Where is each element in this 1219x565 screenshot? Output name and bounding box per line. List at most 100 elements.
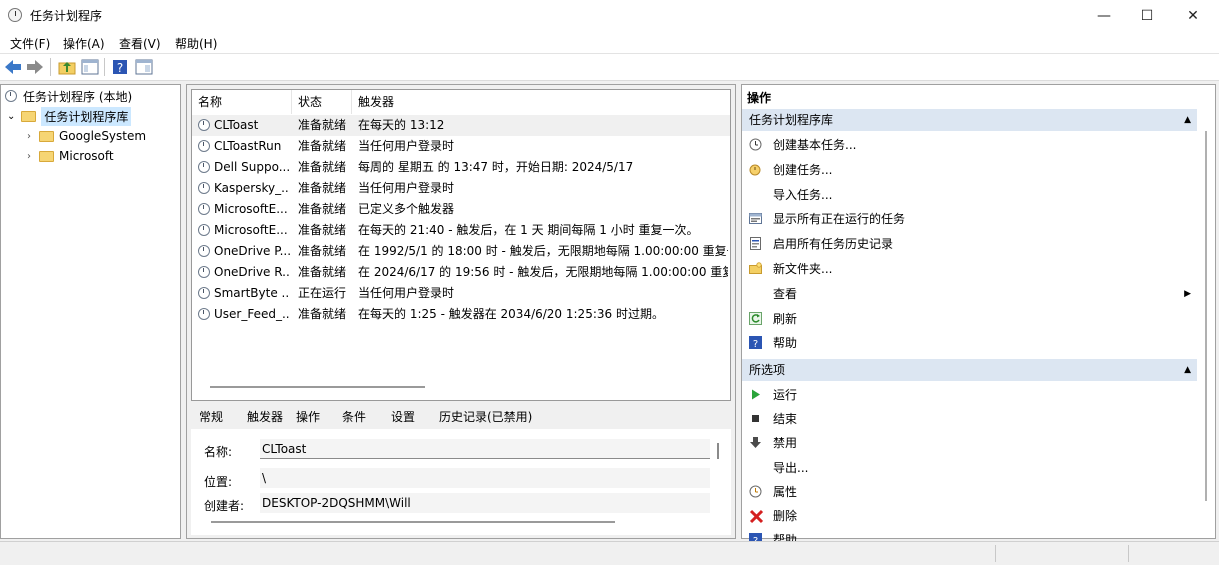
column-header-trigger[interactable]: 触发器	[352, 90, 730, 114]
action-library-2[interactable]: 导入任务...	[742, 183, 1197, 207]
back-arrow-icon[interactable]	[4, 59, 22, 75]
title-bar: 任务计划程序 — ☐ ✕	[0, 0, 1219, 31]
tree-item-microsoft[interactable]: › Microsoft	[27, 146, 114, 166]
task-clock-icon	[198, 266, 210, 278]
tab-triggers[interactable]: 触发器	[243, 407, 287, 427]
action-selected-2[interactable]: 禁用	[742, 431, 1197, 455]
vertical-scrollbar[interactable]	[1200, 131, 1212, 501]
action-library-6[interactable]: 查看 ▶	[742, 282, 1197, 306]
table-row[interactable]: OneDrive P... 准备就绪在 1992/5/1 的 18:00 时 - …	[192, 241, 730, 262]
task-trigger-cell: 在 2024/6/17 的 19:56 时 - 触发后，无限期地每隔 1.00:…	[358, 265, 728, 279]
tree-library[interactable]: ⌄ 任务计划程序库	[7, 106, 132, 126]
author-field[interactable]: DESKTOP-2DQSHMM\Will	[260, 493, 710, 513]
tab-settings[interactable]: 设置	[387, 407, 419, 427]
action-label: 创建基本任务...	[773, 138, 857, 152]
task-status-cell: 准备就绪	[298, 223, 347, 237]
section-header-selected[interactable]: 所选项 ▲	[742, 359, 1197, 381]
action-label: 导出...	[773, 460, 809, 475]
task-status-cell: 准备就绪	[298, 265, 347, 279]
chevron-down-icon[interactable]: ⌄	[7, 111, 15, 122]
action-library-3[interactable]: 显示所有正在运行的任务	[742, 207, 1197, 231]
action-selected-5[interactable]: 删除	[742, 504, 1197, 528]
running-tasks-icon	[749, 212, 762, 225]
task-clock-icon	[198, 203, 210, 215]
table-row[interactable]: OneDrive R... 准备就绪在 2024/6/17 的 19:56 时 -…	[192, 262, 730, 283]
action-label: 属性	[773, 484, 798, 499]
task-clock-icon	[198, 119, 210, 131]
status-divider	[995, 545, 996, 562]
action-library-7[interactable]: 刷新	[742, 307, 1197, 331]
action-library-0[interactable]: 创建基本任务...	[742, 133, 1197, 157]
action-library-4[interactable]: 启用所有任务历史记录	[742, 232, 1197, 256]
action-selected-1[interactable]: 结束	[742, 407, 1197, 431]
tree-item-label: GoogleSystem	[59, 129, 147, 143]
action-label: 启用所有任务历史记录	[773, 237, 894, 252]
library-folder-icon	[21, 110, 37, 122]
vertical-scrollbar-thumb[interactable]	[717, 443, 719, 459]
section-header-library[interactable]: 任务计划程序库 ▲	[742, 109, 1197, 131]
table-row[interactable]: MicrosoftE... 准备就绪 在每天的 21:40 - 触发后，在 1 天 …	[192, 220, 730, 241]
table-row[interactable]: SmartByte ... 正在运行 当任何用户登录时	[192, 283, 730, 304]
history-icon	[749, 237, 762, 251]
status-divider	[1128, 545, 1129, 562]
create-basic-task-icon	[749, 138, 762, 151]
name-field[interactable]: CLToast	[260, 439, 710, 459]
name-label: 名称:	[204, 445, 233, 459]
task-status-cell: 准备就绪	[298, 244, 347, 258]
tab-history[interactable]: 历史记录(已禁用)	[435, 407, 536, 427]
table-row[interactable]: MicrosoftE... 准备就绪 已定义多个触发器	[192, 199, 730, 220]
horizontal-scrollbar-thumb[interactable]	[211, 521, 615, 523]
toolbar: ?	[0, 54, 1219, 81]
task-name-cell: SmartByte ...	[214, 286, 290, 300]
action-library-1[interactable]: 创建任务...	[742, 158, 1197, 182]
tree-root[interactable]: 任务计划程序 (本地)	[5, 86, 132, 106]
author-label: 创建者:	[204, 499, 245, 513]
location-field[interactable]: \	[260, 468, 710, 488]
table-row[interactable]: CLToast 准备就绪 在每天的 13:12	[192, 115, 730, 136]
table-row[interactable]: Kaspersky_... 准备就绪 当任何用户登录时	[192, 178, 730, 199]
status-bar	[0, 541, 1219, 565]
show-hide-console-tree-icon[interactable]	[81, 59, 99, 75]
menu-file[interactable]: 文件(F)	[10, 35, 50, 52]
show-hide-action-pane-icon[interactable]	[135, 59, 153, 75]
forward-arrow-icon[interactable]	[26, 59, 44, 75]
menu-view[interactable]: 查看(V)	[119, 35, 161, 52]
minimize-button[interactable]: —	[1081, 0, 1127, 31]
menu-help[interactable]: 帮助(H)	[175, 35, 217, 52]
vertical-scrollbar-thumb[interactable]	[1205, 131, 1207, 501]
task-status-cell: 准备就绪	[298, 139, 347, 153]
column-header-name[interactable]: 名称	[192, 90, 292, 114]
task-name-cell: CLToast	[214, 118, 259, 132]
chevron-right-icon[interactable]: ›	[27, 151, 31, 162]
tab-actions[interactable]: 操作	[292, 407, 324, 427]
up-folder-icon[interactable]	[58, 59, 76, 75]
task-clock-icon	[198, 224, 210, 236]
action-selected-0[interactable]: 运行	[742, 383, 1197, 407]
column-header-status[interactable]: 状态	[292, 90, 352, 114]
table-row[interactable]: User_Feed_... 准备就绪 在每天的 1:25 - 触发器在 2034/6…	[192, 304, 730, 325]
svg-text:?: ?	[753, 339, 758, 349]
help-icon[interactable]: ?	[112, 59, 128, 75]
tree-item-googlesystem[interactable]: › GoogleSystem	[27, 126, 146, 146]
collapse-up-icon[interactable]: ▲	[1184, 109, 1191, 131]
action-label: 查看	[773, 286, 798, 301]
table-row[interactable]: Dell Suppo... 准备就绪 每周的 星期五 的 13:47 时，开始日期:…	[192, 157, 730, 178]
tab-general[interactable]: 常规	[195, 407, 227, 427]
menu-action[interactable]: 操作(A)	[63, 35, 105, 52]
tab-conditions[interactable]: 条件	[338, 407, 370, 427]
close-button[interactable]: ✕	[1170, 0, 1216, 31]
collapse-up-icon[interactable]: ▲	[1184, 359, 1191, 381]
action-selected-4[interactable]: 属性	[742, 480, 1197, 504]
action-selected-3[interactable]: 导出...	[742, 456, 1197, 480]
folder-icon	[39, 150, 54, 162]
chevron-right-icon[interactable]: ›	[27, 131, 31, 142]
maximize-button[interactable]: ☐	[1124, 0, 1170, 31]
toolbar-separator	[50, 58, 51, 76]
action-library-5[interactable]: 新文件夹...	[742, 257, 1197, 281]
horizontal-scrollbar-thumb[interactable]	[210, 386, 425, 388]
task-name-cell: Dell Suppo...	[214, 160, 290, 174]
action-library-8[interactable]: ? 帮助	[742, 331, 1197, 355]
task-name-cell: OneDrive R...	[214, 265, 290, 279]
tree-root-label: 任务计划程序 (本地)	[23, 89, 133, 104]
table-row[interactable]: CLToastRun 准备就绪 当任何用户登录时	[192, 136, 730, 157]
